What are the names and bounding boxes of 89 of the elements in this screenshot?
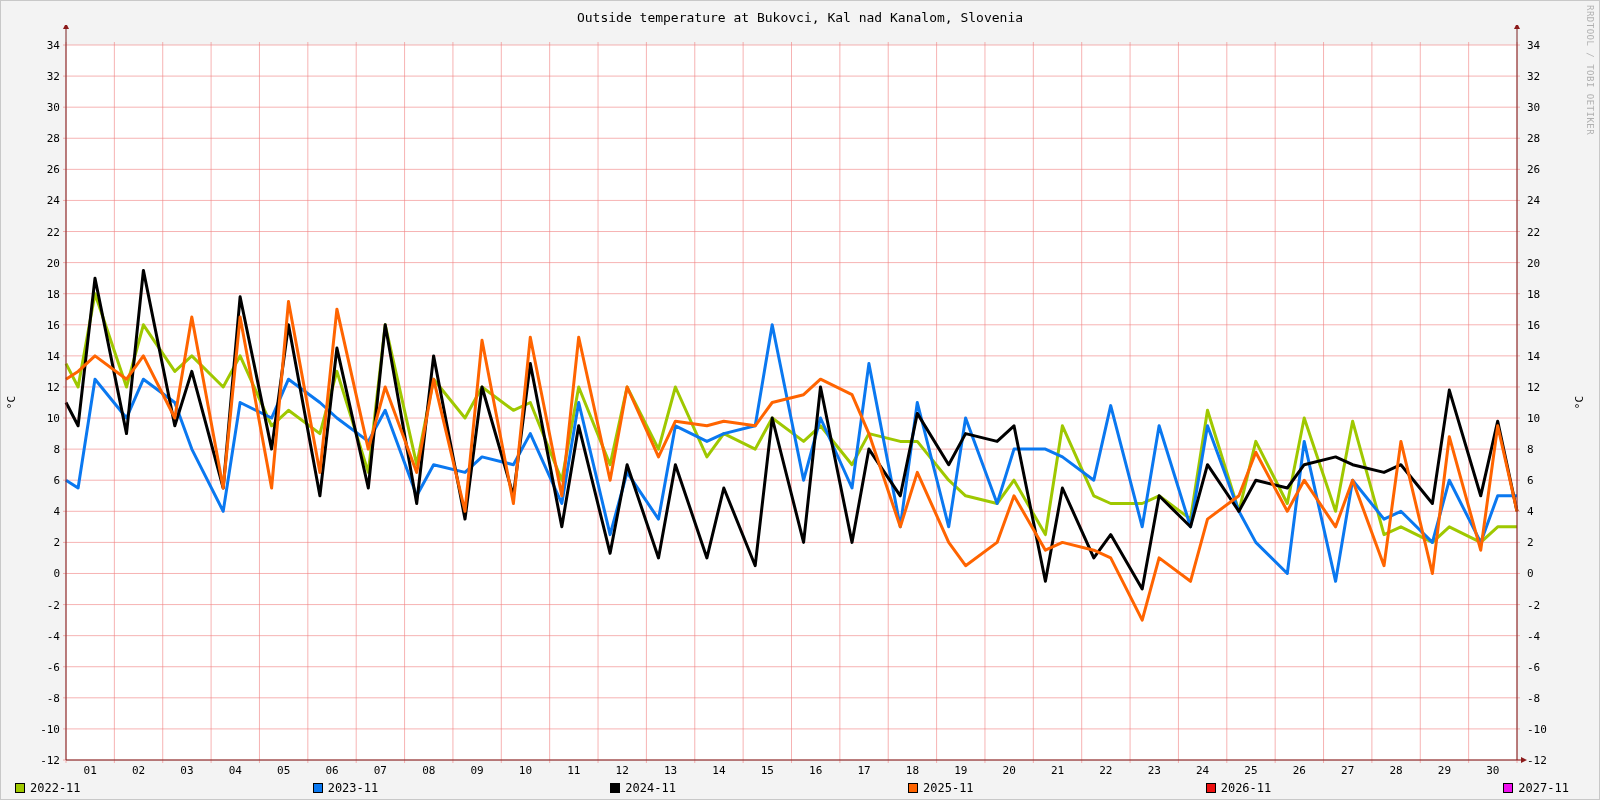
axis-tick-label: 0 xyxy=(53,567,60,581)
axis-tick-label: 16 xyxy=(809,764,823,777)
axis-tick-label: 18 xyxy=(1527,287,1541,301)
axis-tick-label: 22 xyxy=(46,225,60,239)
axis-tick-label: 20 xyxy=(1002,764,1016,777)
axis-tick-label: 10 xyxy=(46,412,60,426)
axis-tick-label: -8 xyxy=(46,691,60,705)
axis-tick-label: 03 xyxy=(180,764,194,777)
legend-label: 2022-11 xyxy=(30,781,81,795)
axis-tick-label: 24 xyxy=(1196,764,1210,777)
axis-tick-label: 19 xyxy=(954,764,968,777)
axis-tick-label: 12 xyxy=(615,764,629,777)
axis-label: °C xyxy=(5,395,18,410)
axis-tick-label: 22 xyxy=(1099,764,1113,777)
axis-label: °C xyxy=(1573,395,1586,410)
axis-tick-label: 26 xyxy=(1527,163,1541,177)
axis-tick-label: 32 xyxy=(1527,70,1541,84)
axis-tick-label: 20 xyxy=(1527,256,1541,270)
axis-tick-label: 8 xyxy=(1527,443,1534,457)
axis-tick-label: 14 xyxy=(46,349,60,363)
axis-tick-label: 10 xyxy=(1527,412,1541,426)
axis-tick-label: 16 xyxy=(46,318,60,332)
axis-tick-label: 17 xyxy=(857,764,871,777)
legend-label: 2025-11 xyxy=(923,781,974,795)
axis-tick-label: 28 xyxy=(46,132,60,146)
legend-label: 2027-11 xyxy=(1518,781,1569,795)
axis-tick-label: 28 xyxy=(1389,764,1403,777)
axis-tick-label: 26 xyxy=(1292,764,1306,777)
axis-tick-label: 6 xyxy=(53,474,60,488)
axis-tick-label: 04 xyxy=(228,764,242,777)
axis-tick-label: 32 xyxy=(46,70,60,84)
axis-tick-label: 14 xyxy=(1527,349,1541,363)
axis-tick-label: 18 xyxy=(905,764,920,777)
axis-tick-label: 13 xyxy=(663,764,678,777)
axis-tick-label: 24 xyxy=(46,194,60,208)
axis-tick-label: 27 xyxy=(1341,764,1355,777)
axis-tick-label: 22 xyxy=(1527,225,1541,239)
axis-tick-label: 21 xyxy=(1050,764,1065,777)
axis-tick-label: 2 xyxy=(1527,536,1534,550)
axis-tick-label: -2 xyxy=(1527,598,1541,612)
axis-tick-label: 24 xyxy=(1527,194,1541,208)
axis-tick-label: 26 xyxy=(46,163,60,177)
credit-text: RRDTOOL / TOBI OETIKER xyxy=(1585,5,1595,136)
axis-tick-label: -12 xyxy=(1527,754,1547,767)
axis-tick-label: 30 xyxy=(1527,101,1541,115)
legend-label: 2026-11 xyxy=(1220,781,1272,795)
axis-tick-label: -12 xyxy=(40,754,60,767)
legend-label: 2024-11 xyxy=(625,781,676,795)
axis-tick-label: -6 xyxy=(1527,660,1541,674)
legend-label: 2023-11 xyxy=(327,781,379,795)
axis-tick-label: 09 xyxy=(470,764,484,777)
axis-tick-label: 11 xyxy=(567,764,581,777)
axis-tick-label: -8 xyxy=(1527,691,1541,705)
axis-tick-label: 25 xyxy=(1244,764,1258,777)
axis-tick-label: 08 xyxy=(422,764,436,777)
axis-tick-label: -10 xyxy=(40,722,60,736)
axis-tick-label: 30 xyxy=(1486,764,1500,777)
axis-tick-label: 34 xyxy=(1527,39,1541,52)
axis-tick-label: 01 xyxy=(83,764,97,777)
axis-tick-label: 12 xyxy=(46,380,60,394)
axis-tick-label: -10 xyxy=(1527,722,1547,736)
axis-tick-label: 4 xyxy=(1527,505,1534,519)
axis-tick-label: 2 xyxy=(53,536,60,550)
axis-tick-label: 05 xyxy=(277,764,291,777)
chart-title: Outside temperature at Bukovci, Kal nad Kanalom, Slovenia xyxy=(576,10,1024,25)
axis-tick-label: 12 xyxy=(1527,380,1541,394)
axis-tick-label: 30 xyxy=(46,101,60,115)
axis-tick-label: 06 xyxy=(325,764,339,777)
axis-tick-label: 8 xyxy=(53,443,60,457)
axis-tick-label: 20 xyxy=(46,256,60,270)
axis-tick-label: 28 xyxy=(1527,132,1541,146)
axis-tick-label: 29 xyxy=(1437,764,1452,777)
axis-tick-label: 02 xyxy=(131,764,146,777)
axis-tick-label: 15 xyxy=(760,764,774,777)
axis-tick-label: 18 xyxy=(46,287,60,301)
axis-tick-label: -6 xyxy=(46,660,60,674)
axis-tick-label: 4 xyxy=(53,505,60,519)
axis-tick-label: 10 xyxy=(518,764,533,777)
axis-tick-label: -2 xyxy=(46,598,60,612)
axis-tick-label: -4 xyxy=(46,629,60,643)
axis-tick-label: 23 xyxy=(1147,764,1161,777)
axis-tick-label: 6 xyxy=(1527,474,1534,488)
axis-tick-label: 0 xyxy=(1527,567,1534,581)
axis-tick-label: -4 xyxy=(1527,629,1541,643)
axis-tick-label: 07 xyxy=(373,764,387,777)
axis-arrowhead-icon xyxy=(1517,757,1527,763)
axis-tick-label: 34 xyxy=(46,39,60,52)
axis-tick-label: 16 xyxy=(1527,318,1541,332)
axis-tick-label: 14 xyxy=(712,764,726,777)
